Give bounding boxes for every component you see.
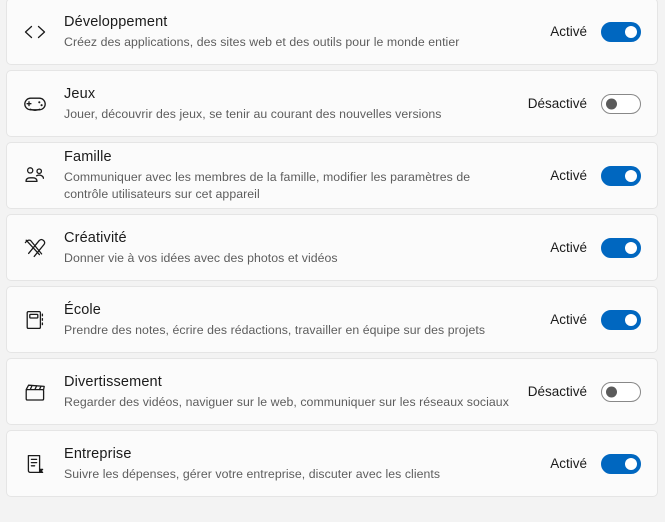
toggle-state-label: Activé bbox=[550, 24, 587, 39]
category-toggle-switch[interactable] bbox=[601, 21, 641, 42]
category-row[interactable]: Créativité Donner vie à vos idées avec de… bbox=[6, 214, 658, 281]
category-description: Jouer, découvrir des jeux, se tenir au c… bbox=[64, 106, 442, 121]
category-text: Entreprise Suivre les dépenses, gérer vot… bbox=[64, 445, 525, 483]
toggle-knob bbox=[625, 25, 637, 38]
document-icon bbox=[17, 446, 53, 482]
category-row[interactable]: École Prendre des notes, écrire des rédac… bbox=[6, 286, 658, 353]
category-toggle-switch[interactable] bbox=[601, 453, 641, 474]
category-description: Donner vie à vos idées avec des photos e… bbox=[64, 250, 338, 265]
category-control: Activé bbox=[525, 237, 641, 258]
category-title: Développement bbox=[64, 13, 168, 30]
code-brackets-icon bbox=[17, 14, 53, 50]
category-control: Activé bbox=[525, 21, 641, 42]
toggle-knob bbox=[625, 169, 637, 182]
toggle-state-label: Activé bbox=[550, 312, 587, 327]
toggle-state-label: Activé bbox=[550, 456, 587, 471]
category-title: Famille bbox=[64, 149, 112, 165]
category-text: Divertissement Regarder des vidéos, navig… bbox=[64, 373, 525, 411]
category-row[interactable]: Famille Communiquer avec les membres de l… bbox=[6, 142, 658, 209]
toggle-state-label: Désactivé bbox=[527, 96, 587, 111]
category-control: Activé bbox=[525, 453, 641, 474]
toggle-knob bbox=[606, 98, 617, 109]
toggle-knob bbox=[625, 457, 637, 470]
category-description: Suivre les dépenses, gérer votre entrepr… bbox=[64, 466, 441, 481]
category-row[interactable]: Jeux Jouer, découvrir des jeux, se tenir … bbox=[6, 70, 658, 137]
toggle-knob bbox=[625, 313, 637, 326]
category-title: École bbox=[64, 301, 101, 318]
clapperboard-icon bbox=[17, 374, 53, 410]
category-control: Désactivé bbox=[525, 381, 641, 402]
category-title: Divertissement bbox=[64, 373, 162, 390]
category-description: Prendre des notes, écrire des rédactions… bbox=[64, 322, 486, 337]
category-control: Activé bbox=[525, 165, 641, 186]
category-toggle-switch[interactable] bbox=[601, 237, 641, 258]
toggle-knob bbox=[625, 241, 637, 254]
toggle-knob bbox=[606, 386, 617, 397]
category-text: Jeux Jouer, découvrir des jeux, se tenir … bbox=[64, 85, 525, 123]
category-toggle-switch[interactable] bbox=[601, 309, 641, 330]
category-description: Créez des applications, des sites web et… bbox=[64, 34, 460, 49]
category-control: Désactivé bbox=[525, 93, 641, 114]
notebook-icon bbox=[17, 302, 53, 338]
category-toggle-switch[interactable] bbox=[601, 381, 641, 402]
category-row[interactable]: Divertissement Regarder des vidéos, navig… bbox=[6, 358, 658, 425]
category-description: Regarder des vidéos, naviguer sur le web… bbox=[64, 394, 509, 409]
category-row[interactable]: Entreprise Suivre les dépenses, gérer vot… bbox=[6, 430, 658, 497]
category-toggle-switch[interactable] bbox=[601, 165, 641, 186]
game-controller-icon bbox=[17, 86, 53, 122]
people-group-icon bbox=[17, 158, 53, 194]
category-text: Créativité Donner vie à vos idées avec de… bbox=[64, 229, 525, 267]
toggle-state-label: Désactivé bbox=[527, 384, 587, 399]
pen-brush-icon bbox=[17, 230, 53, 266]
category-toggle-switch[interactable] bbox=[601, 93, 641, 114]
category-text: Développement Créez des applications, des… bbox=[64, 13, 525, 51]
category-settings-list: Développement Créez des applications, des… bbox=[6, 0, 658, 497]
category-title: Créativité bbox=[64, 229, 127, 246]
category-text: Famille Communiquer avec les membres de l… bbox=[64, 148, 525, 203]
toggle-state-label: Activé bbox=[550, 240, 587, 255]
category-text: École Prendre des notes, écrire des rédac… bbox=[64, 301, 525, 339]
category-description: Communiquer avec les membres de la famil… bbox=[64, 170, 471, 201]
category-control: Activé bbox=[525, 309, 641, 330]
toggle-state-label: Activé bbox=[550, 168, 587, 183]
category-title: Jeux bbox=[64, 85, 96, 102]
category-row[interactable]: Développement Créez des applications, des… bbox=[6, 0, 658, 65]
category-title: Entreprise bbox=[64, 445, 132, 462]
